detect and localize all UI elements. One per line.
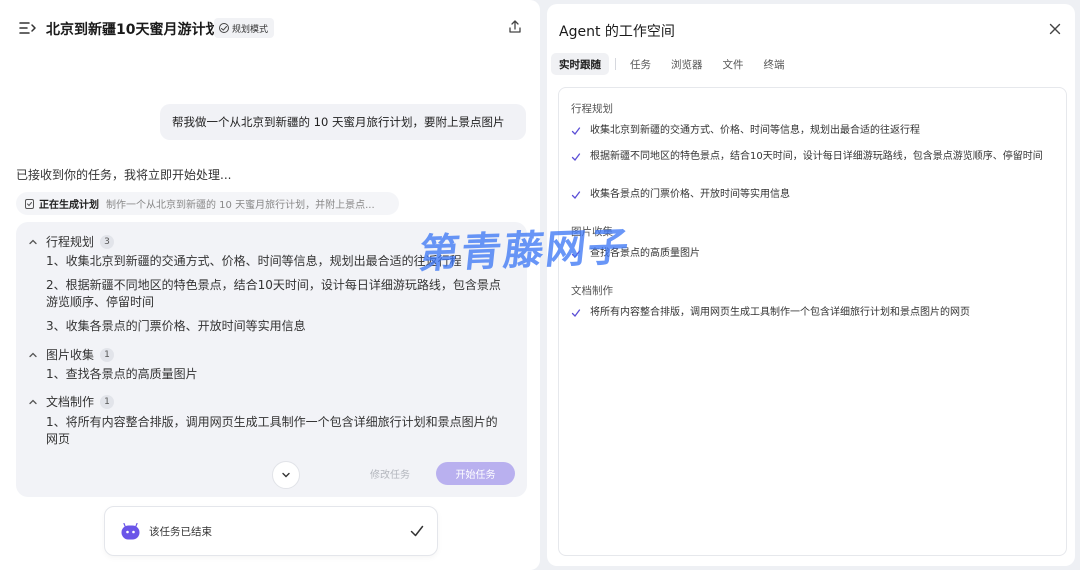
start-task-button[interactable]: 开始任务 [436, 462, 515, 485]
workspace-section-title: 行程规划 [571, 103, 613, 115]
plan-section-count: 1 [100, 347, 115, 362]
check-icon [571, 191, 581, 199]
plan-section-count: 1 [100, 394, 115, 409]
workspace-title: Agent 的工作空间 [559, 24, 675, 40]
modify-task-button[interactable]: 修改任务 [352, 462, 428, 485]
plan-section-title: 文档制作 [46, 395, 95, 409]
plan-section-title: 图片收集 [46, 348, 95, 362]
chat-header: 北京到新疆10天蜜月游计划 规划模式 [0, 0, 540, 56]
workspace-task-item: 收集北京到新疆的交通方式、价格、时间等信息，规划出最合适的往返行程 [571, 123, 1061, 138]
chevron-up-icon [29, 399, 37, 404]
plan-step: 3、收集各景点的门票价格、开放时间等实用信息 [46, 319, 306, 333]
generating-label: 正在生成计划 [39, 200, 99, 211]
task-ended-text: 该任务已结束 [149, 526, 212, 538]
tab-live-follow[interactable]: 实时跟随 [551, 53, 609, 75]
workspace-task-text: 根据新疆不同地区的特色景点，结合10天时间，设计每日详细游玩路线，包含景点游览顺… [590, 151, 1043, 162]
plan-mode-label: 规划模式 [232, 24, 269, 35]
task-ended-card: 该任务已结束 [104, 506, 438, 556]
watermark: 第青藤网子 [416, 224, 633, 278]
scroll-down-button[interactable] [272, 461, 300, 489]
clipboard-icon [25, 199, 34, 209]
plan-section-count: 3 [100, 234, 115, 249]
workspace-tabs: 实时跟随 任务 浏览器 文件 终端 [551, 53, 797, 75]
workspace-section-title: 文档制作 [571, 285, 613, 297]
workspace-panel: Agent 的工作空间 实时跟随 任务 浏览器 文件 终端 行程规划 收集北京到… [547, 4, 1075, 566]
chat-panel: 北京到新疆10天蜜月游计划 规划模式 帮我做一个从北京到新疆的 10 天蜜月旅行… [0, 0, 540, 570]
check-icon [571, 153, 581, 161]
workspace-task-item: 收集各景点的门票价格、开放时间等实用信息 [571, 187, 1061, 202]
tab-files[interactable]: 文件 [715, 53, 752, 75]
chevron-down-icon [282, 472, 290, 478]
close-icon[interactable] [1049, 23, 1061, 35]
plan-mode-badge[interactable]: 规划模式 [214, 18, 275, 38]
workspace-task-text: 收集北京到新疆的交通方式、价格、时间等信息，规划出最合适的往返行程 [590, 125, 920, 136]
generating-plan-status[interactable]: 正在生成计划 制作一个从北京到新疆的 10 天蜜月旅行计划，并附上景点... [16, 192, 399, 215]
bot-avatar-icon [121, 523, 140, 540]
check-icon [410, 525, 424, 537]
plan-step: 1、查找各景点的高质量图片 [46, 367, 198, 381]
check-icon [571, 309, 581, 317]
share-icon[interactable] [508, 20, 522, 34]
tab-divider [615, 58, 616, 70]
plan-step: 2、根据新疆不同地区的特色景点，结合10天时间，设计每日详细游玩路线，包含景点游… [46, 278, 501, 309]
plan-section-header[interactable]: 行程规划 3 [28, 233, 115, 250]
plan-section-title: 行程规划 [46, 235, 95, 249]
sidebar-toggle-icon[interactable] [19, 21, 37, 35]
plan-step: 1、将所有内容整合排版，调用网页生成工具制作一个包含详细旅行计划和景点图片的网页 [46, 415, 498, 446]
chat-title: 北京到新疆10天蜜月游计划 [46, 22, 220, 38]
workspace-task-text: 将所有内容整合排版，调用网页生成工具制作一个包含详细旅行计划和景点图片的网页 [590, 307, 970, 318]
assistant-ack-text: 已接收到你的任务，我将立即开始处理... [16, 168, 232, 182]
plan-section-header[interactable]: 图片收集 1 [28, 346, 115, 363]
plan-mode-icon [219, 23, 229, 33]
user-message: 帮我做一个从北京到新疆的 10 天蜜月旅行计划，要附上景点图片 [160, 104, 526, 140]
tab-terminal[interactable]: 终端 [756, 53, 793, 75]
chevron-up-icon [29, 239, 37, 244]
workspace-task-text: 收集各景点的门票价格、开放时间等实用信息 [590, 189, 790, 200]
generating-description: 制作一个从北京到新疆的 10 天蜜月旅行计划，并附上景点... [106, 200, 375, 211]
workspace-task-item: 将所有内容整合排版，调用网页生成工具制作一个包含详细旅行计划和景点图片的网页 [571, 305, 1061, 320]
check-icon [571, 127, 581, 135]
live-follow-content: 行程规划 收集北京到新疆的交通方式、价格、时间等信息，规划出最合适的往返行程 根… [558, 87, 1067, 556]
tab-tasks[interactable]: 任务 [622, 53, 659, 75]
workspace-task-item: 根据新疆不同地区的特色景点，结合10天时间，设计每日详细游玩路线，包含景点游览顺… [571, 149, 1061, 164]
tab-browser[interactable]: 浏览器 [663, 53, 711, 75]
workspace-task-item: 查找各景点的高质量图片 [571, 246, 1061, 261]
chevron-up-icon [29, 352, 37, 357]
plan-section-header[interactable]: 文档制作 1 [28, 393, 115, 410]
